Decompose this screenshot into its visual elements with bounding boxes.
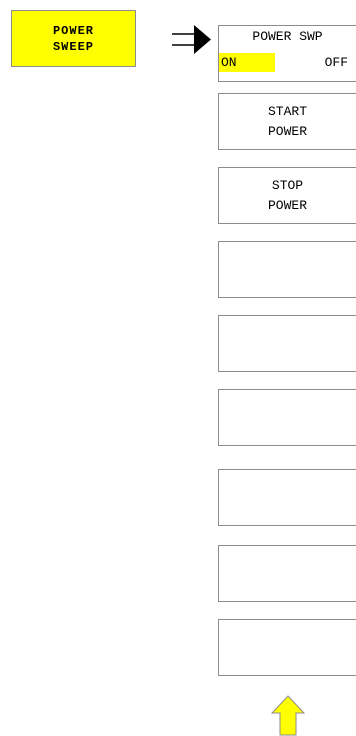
hardkey-label-line1: POWER: [52, 23, 94, 38]
softkey-start-power[interactable]: START POWER: [218, 93, 356, 150]
softkey-9[interactable]: [218, 619, 356, 676]
toggle-on-label: ON: [219, 53, 275, 72]
softkey-5[interactable]: [218, 315, 356, 372]
softkey-start-power-line1: START: [267, 103, 307, 119]
up-arrow-icon[interactable]: [271, 695, 305, 736]
toggle-off-label: OFF: [324, 54, 348, 70]
softkey-start-power-line2: POWER: [267, 123, 307, 139]
hardkey-label-line2: SWEEP: [52, 39, 94, 54]
softkey-6[interactable]: [218, 389, 356, 446]
softkey-stop-power-line1: STOP: [271, 177, 304, 193]
softkey-power-swp-label: POWER SWP: [252, 29, 323, 44]
softkey-power-swp[interactable]: POWER SWP ON OFF: [218, 25, 356, 82]
right-arrow-icon: [172, 25, 211, 54]
on-off-toggle: ON OFF: [219, 53, 356, 72]
softkey-4[interactable]: [218, 241, 356, 298]
softkey-stop-power[interactable]: STOP POWER: [218, 167, 356, 224]
softkey-stop-power-line2: POWER: [267, 197, 307, 213]
softkey-7[interactable]: [218, 469, 356, 526]
softkey-8[interactable]: [218, 545, 356, 602]
power-sweep-hardkey[interactable]: POWER SWEEP: [11, 10, 136, 67]
